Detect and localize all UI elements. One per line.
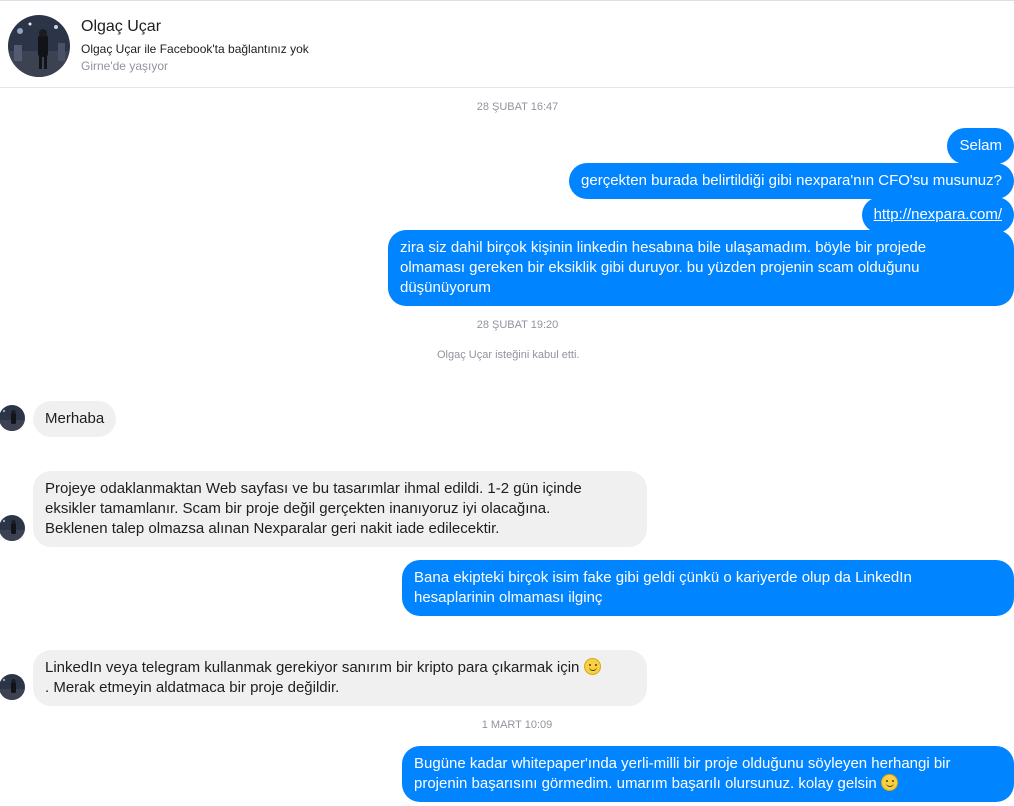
system-message: Olgaç Uçar isteğini kabul etti. xyxy=(437,349,580,361)
message-line: . Merak etmeyin aldatmaca bir proje deği… xyxy=(45,679,340,696)
message-outgoing[interactable]: Bugüne kadar whitepaper'ında yerli-milli… xyxy=(402,746,1014,802)
message-text: gerçekten burada belirtildiği gibi nexpa… xyxy=(581,172,1002,189)
message-outgoing[interactable]: Selam xyxy=(947,128,1014,164)
connection-status: Olgaç Uçar ile Facebook'ta bağlantınız y… xyxy=(81,42,309,56)
message-line: projenin başarısını görmedim. umarım baş… xyxy=(414,775,877,792)
message-outgoing[interactable]: Bana ekipteki birçok isim fake gibi geld… xyxy=(402,560,1014,616)
message-line: Bana ekipteki birçok isim fake gibi geld… xyxy=(414,569,912,586)
conversation-header: Olgaç Uçar Olgaç Uçar ile Facebook'ta ba… xyxy=(0,0,1014,88)
message-line: Beklenen talep olmazsa alınan Nexparalar… xyxy=(45,520,500,537)
message-incoming[interactable]: Projeye odaklanmaktan Web sayfası ve bu … xyxy=(33,471,647,547)
message-line: hesaplarinin olmaması ilginç xyxy=(414,589,603,606)
contact-avatar-small[interactable] xyxy=(0,674,25,700)
message-text: Merhaba xyxy=(45,410,105,427)
message-line: olmaması gereken bir eksiklik gibi duruy… xyxy=(400,259,920,276)
contact-avatar-small[interactable] xyxy=(0,405,25,431)
message-line: Bugüne kadar whitepaper'ında yerli-milli… xyxy=(414,755,951,772)
message-outgoing[interactable]: http://nexpara.com/ xyxy=(861,197,1014,233)
message-line: Projeye odaklanmaktan Web sayfası ve bu … xyxy=(45,480,582,497)
message-line: düşünüyorum xyxy=(400,279,491,296)
message-line: eksikler tamamlanır. Scam bir proje deği… xyxy=(45,500,551,517)
message-text: Selam xyxy=(959,137,1002,154)
timestamp: 28 ŞUBAT 16:47 xyxy=(476,101,559,113)
message-outgoing[interactable]: gerçekten burada belirtildiği gibi nexpa… xyxy=(569,163,1014,199)
smile-emoji-icon xyxy=(880,774,898,791)
contact-avatar-small[interactable] xyxy=(0,515,25,541)
message-outgoing[interactable]: zira siz dahil birçok kişinin linkedin h… xyxy=(388,230,1014,306)
contact-location: Girne'de yaşıyor xyxy=(81,59,168,73)
contact-avatar[interactable] xyxy=(8,15,70,77)
contact-name[interactable]: Olgaç Uçar xyxy=(81,18,161,36)
message-incoming[interactable]: Merhaba xyxy=(33,401,117,437)
message-line: LinkedIn veya telegram kullanmak gerekiy… xyxy=(45,659,580,676)
message-line: zira siz dahil birçok kişinin linkedin h… xyxy=(400,239,927,256)
smile-emoji-icon xyxy=(583,658,601,675)
timestamp: 28 ŞUBAT 19:20 xyxy=(476,319,559,331)
message-incoming[interactable]: LinkedIn veya telegram kullanmak gerekiy… xyxy=(33,650,647,706)
timestamp: 1 MART 10:09 xyxy=(481,719,553,731)
message-link[interactable]: http://nexpara.com/ xyxy=(874,206,1002,223)
